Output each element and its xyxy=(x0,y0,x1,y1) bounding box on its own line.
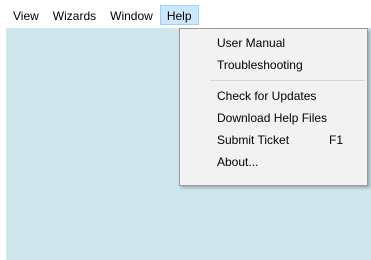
menu-window[interactable]: Window xyxy=(103,5,160,25)
menu-item-check-for-updates[interactable]: Check for Updates xyxy=(180,85,367,107)
menu-separator xyxy=(210,80,365,81)
menu-item-label: Check for Updates xyxy=(217,89,317,103)
menu-item-label: About... xyxy=(217,155,259,169)
menu-item-submit-ticket[interactable]: Submit Ticket F1 xyxy=(180,129,367,151)
menu-item-label: Troubleshooting xyxy=(217,58,303,72)
menu-item-shortcut: F1 xyxy=(328,133,343,147)
menu-item-label: User Manual xyxy=(217,36,286,50)
menu-item-troubleshooting[interactable]: Troubleshooting xyxy=(180,54,367,76)
menu-item-label: Download Help Files xyxy=(217,111,328,125)
menu-item-about[interactable]: About... xyxy=(180,151,367,173)
menu-bar: View Wizards Window Help xyxy=(6,0,371,28)
help-dropdown-menu: User Manual Troubleshooting Check for Up… xyxy=(179,28,368,186)
menu-item-download-help-files[interactable]: Download Help Files xyxy=(180,107,367,129)
app-window: View Wizards Window Help User Manual Tro… xyxy=(0,0,371,260)
menu-help[interactable]: Help xyxy=(159,4,199,25)
menu-item-user-manual[interactable]: User Manual xyxy=(180,32,367,54)
menu-item-label: Submit Ticket xyxy=(217,133,290,147)
menu-wizards[interactable]: Wizards xyxy=(46,5,103,25)
menu-view[interactable]: View xyxy=(6,5,46,25)
help-menu-list: User Manual Troubleshooting Check for Up… xyxy=(180,29,367,173)
